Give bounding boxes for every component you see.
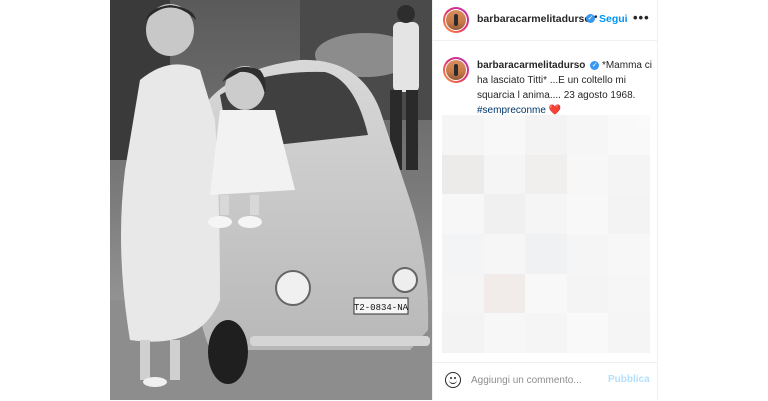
blur-tile [608,194,650,234]
blur-tile [608,234,650,274]
blur-tile [608,273,650,314]
blur-tile [483,115,526,155]
blur-tile [483,154,526,195]
blur-tile [525,273,567,314]
blur-tile [566,234,609,274]
blur-tile [442,115,484,155]
author-username[interactable]: barbaracarmelitadurso [477,13,591,25]
post-header: barbaracarmelitadurso ✓ • Segui ••• [433,0,657,41]
blur-tile [525,115,567,155]
post-caption: barbaracarmelitadurso ✓ *Mamma ci ha las… [477,58,653,118]
blur-tile [525,234,567,274]
blur-tile [608,115,650,155]
blur-tile [608,154,650,195]
comment-bar: Pubblica [433,362,657,401]
post-side-panel: barbaracarmelitadurso ✓ • Segui ••• barb… [432,0,658,400]
vintage-photo-image: T2-0834-NA [110,0,432,400]
follow-button[interactable]: Segui [599,13,628,25]
blur-tile [483,234,526,274]
publish-button[interactable]: Pubblica [608,374,650,385]
header-separator: • [594,12,598,23]
blur-tile [483,194,526,234]
blur-tile [566,115,609,155]
blur-tile [608,313,650,353]
blur-tile [442,313,484,353]
blur-tile [442,194,484,234]
blur-tile [566,194,609,234]
blur-tile [442,273,484,314]
comment-input[interactable] [471,372,591,388]
blurred-comments-area [442,115,650,353]
blur-tile [566,273,609,314]
more-options-icon[interactable]: ••• [633,10,650,25]
license-plate: T2-0834-NA [354,303,409,313]
caption-username[interactable]: barbaracarmelitadurso [477,60,585,71]
caption-author-avatar[interactable] [443,57,469,83]
author-avatar[interactable] [443,7,469,33]
caption-verified-badge-icon: ✓ [590,60,600,70]
blur-tile [442,234,484,274]
blur-tile [525,154,567,195]
blur-tile [525,194,567,234]
blur-tile [483,273,526,314]
blur-tile [442,154,484,195]
blur-tile [525,313,567,353]
blur-tile [566,313,609,353]
emoji-icon[interactable] [445,372,461,388]
blur-tile [566,154,609,195]
blur-tile [483,313,526,353]
post-photo[interactable]: T2-0834-NA [110,0,432,400]
